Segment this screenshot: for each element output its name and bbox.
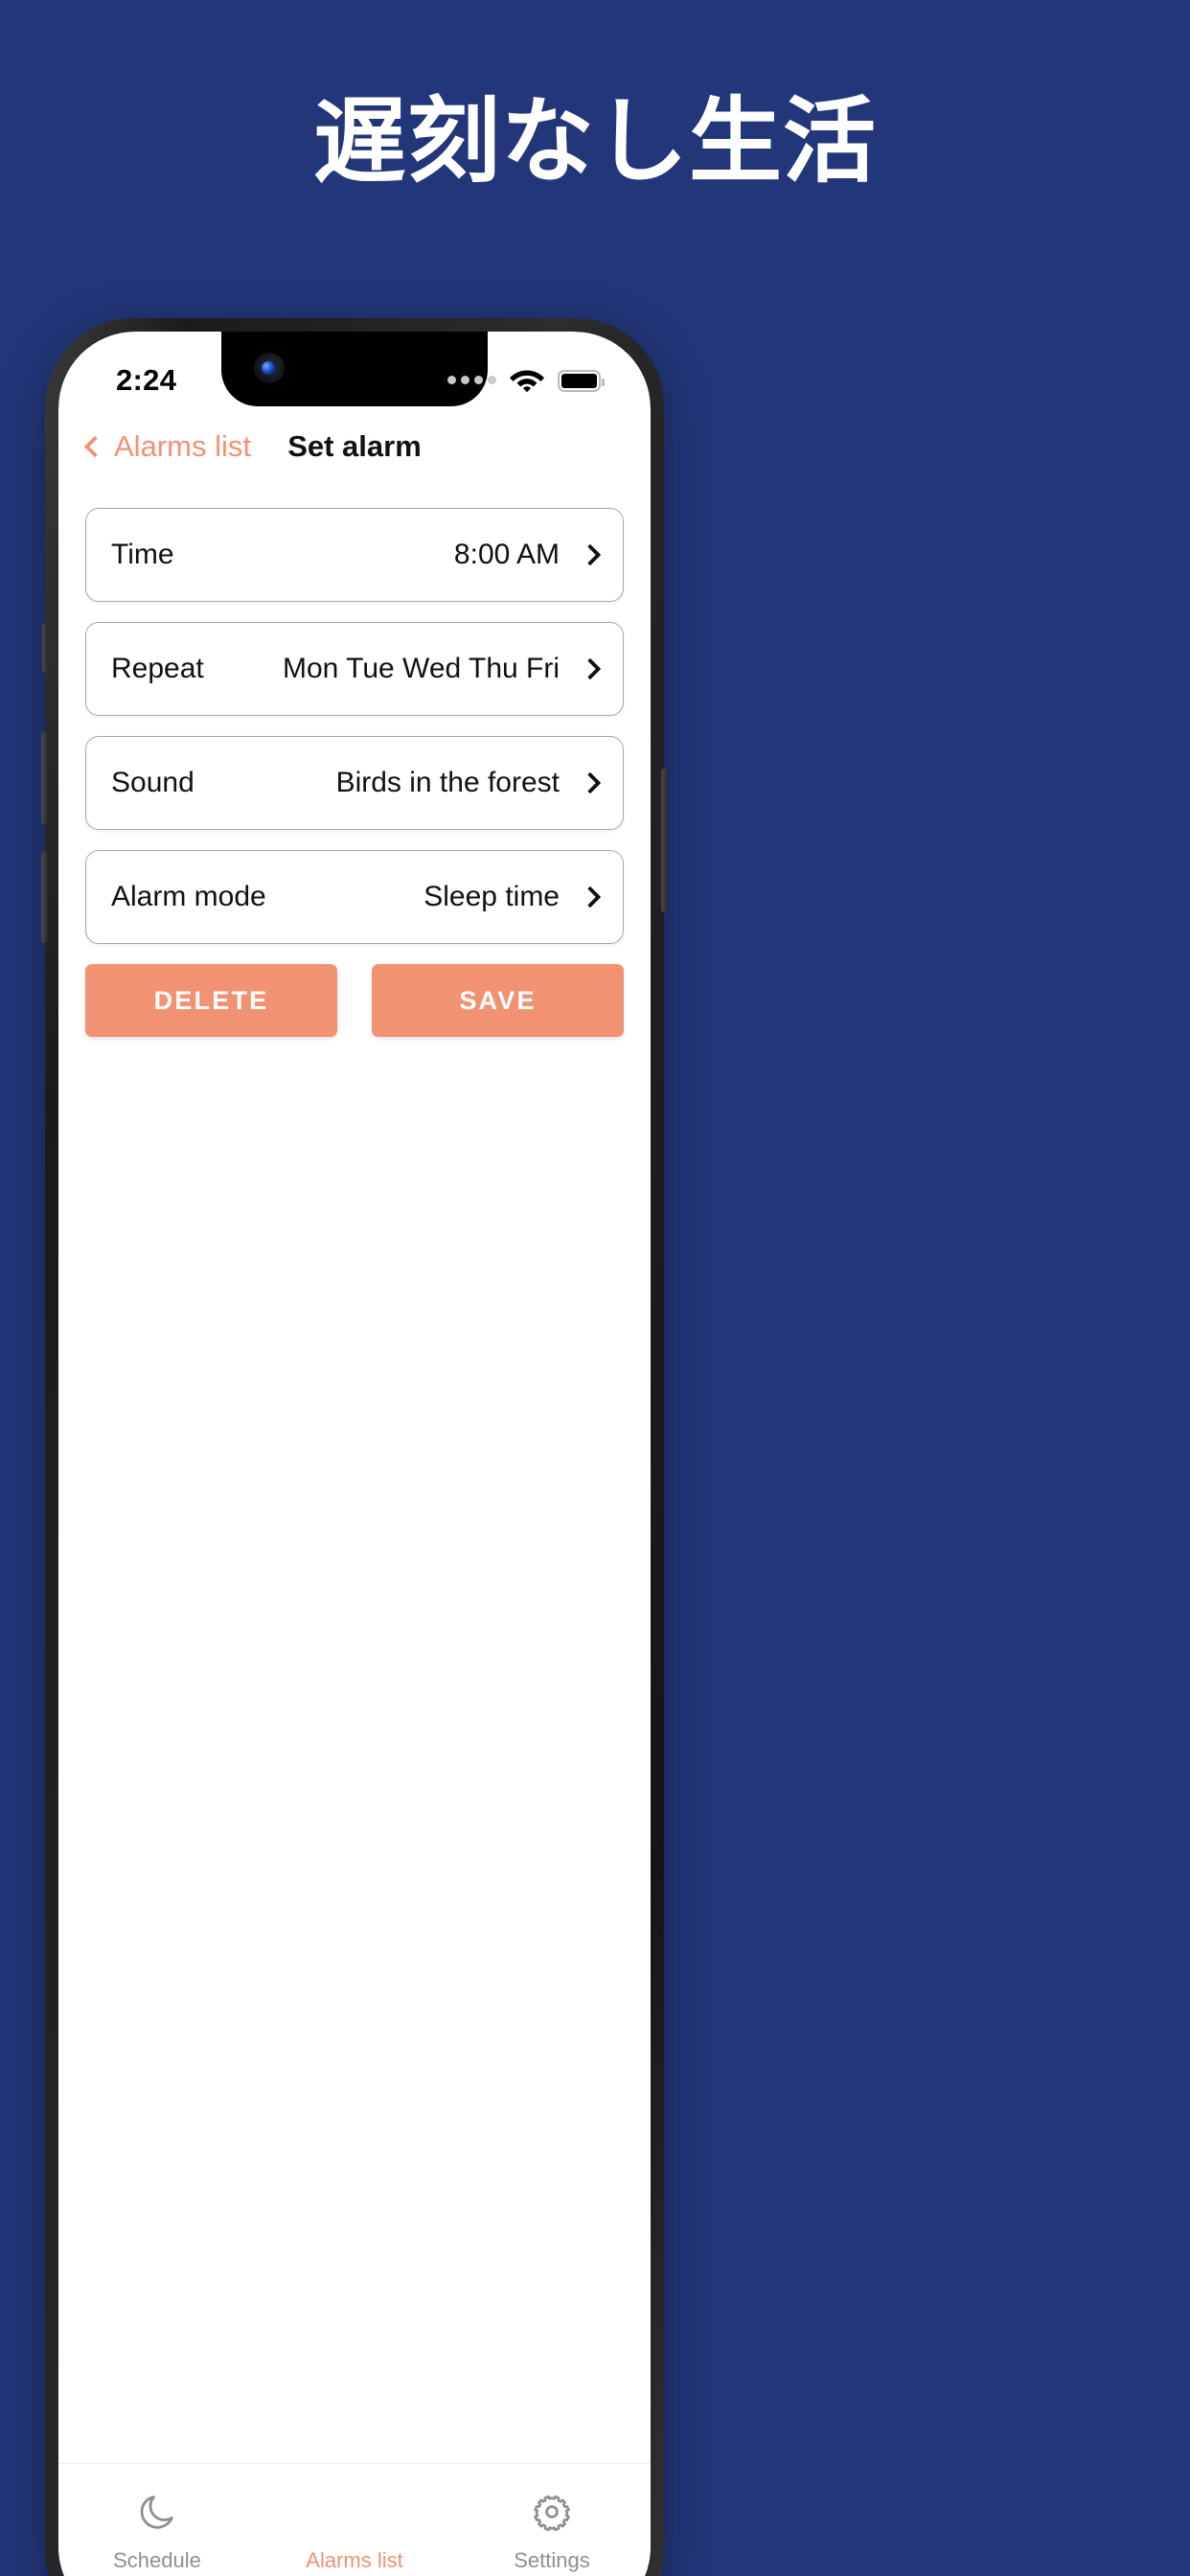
device-power-button[interactable] [661, 769, 668, 912]
settings-content: Time 8:00 AM Repeat Mon Tue Wed Thu Fri … [58, 481, 651, 2463]
device-mute-switch[interactable] [42, 623, 48, 673]
promo-headline: 遅刻なし生活 [313, 87, 877, 196]
wifi-icon [509, 365, 545, 397]
tab-schedule[interactable]: Schedule [58, 2489, 256, 2573]
tab-alarms-list[interactable]: Alarms list [256, 2489, 453, 2573]
chevron-right-icon [579, 771, 602, 794]
bottom-tab-bar: Schedule Alarms list Settings [58, 2463, 651, 2576]
moon-icon [134, 2489, 180, 2535]
setting-row-alarm-mode[interactable]: Alarm mode Sleep time [85, 850, 624, 944]
chevron-right-icon [579, 543, 602, 566]
setting-label: Time [111, 539, 174, 570]
tab-label: Schedule [113, 2548, 201, 2572]
back-button[interactable]: Alarms list [83, 429, 251, 464]
signal-dots-icon [447, 375, 496, 386]
gear-icon [529, 2489, 575, 2535]
setting-label: Sound [111, 767, 195, 798]
back-button-label: Alarms list [114, 429, 251, 463]
setting-label: Repeat [111, 653, 204, 684]
tab-settings[interactable]: Settings [453, 2489, 651, 2573]
status-bar-indicators [447, 365, 605, 397]
setting-row-sound[interactable]: Sound Birds in the forest [85, 736, 624, 830]
device-bezel: 2:24 Alarms list Set alarm Time 8:00 AM … [58, 332, 651, 2576]
status-bar: 2:24 [58, 332, 651, 412]
navigation-bar: Alarms list Set alarm [58, 412, 651, 481]
setting-value: 8:00 AM [453, 539, 560, 570]
chevron-right-icon [579, 657, 602, 680]
setting-label: Alarm mode [111, 881, 266, 912]
setting-row-time[interactable]: Time 8:00 AM [85, 508, 624, 602]
setting-value: Sleep time [423, 881, 560, 912]
setting-row-repeat[interactable]: Repeat Mon Tue Wed Thu Fri [85, 622, 624, 716]
status-bar-time: 2:24 [116, 363, 177, 397]
setting-value: Mon Tue Wed Thu Fri [282, 653, 560, 684]
phone-device-frame: 2:24 Alarms list Set alarm Time 8:00 AM … [41, 318, 668, 2576]
device-volume-down-button[interactable] [41, 851, 48, 943]
alarm-list-icon [303, 2489, 378, 2535]
tab-label: Alarms list [306, 2548, 403, 2572]
setting-value: Birds in the forest [335, 767, 560, 798]
device-volume-up-button[interactable] [41, 732, 48, 824]
chevron-right-icon [579, 886, 602, 908]
battery-full-icon [558, 369, 605, 392]
chevron-left-icon [83, 435, 106, 458]
action-buttons: DELETE SAVE [85, 964, 624, 1037]
tab-label: Settings [514, 2548, 590, 2572]
save-button[interactable]: SAVE [372, 964, 624, 1037]
delete-button[interactable]: DELETE [85, 964, 337, 1037]
phone-screen: 2:24 Alarms list Set alarm Time 8:00 AM … [58, 332, 651, 2576]
